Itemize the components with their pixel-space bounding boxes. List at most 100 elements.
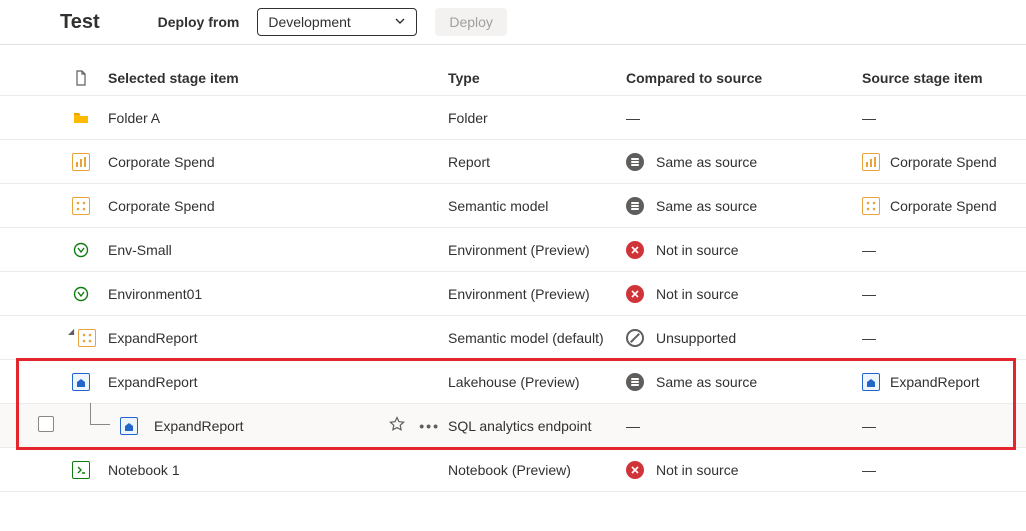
- status-notin-icon: [626, 285, 644, 303]
- status-notin-icon: [626, 241, 644, 259]
- item-type: SQL analytics endpoint: [448, 418, 626, 434]
- items-table: Selected stage item Type Compared to sou…: [0, 45, 1026, 492]
- table-row[interactable]: Corporate Spend ••• Semantic modelSame a…: [0, 184, 1026, 228]
- item-name: Corporate Spend: [108, 198, 215, 214]
- row-checkbox[interactable]: [38, 416, 54, 432]
- source-item-name: ExpandReport: [890, 374, 980, 390]
- source-cell: Corporate Spend: [862, 153, 1026, 171]
- compare-cell: —: [626, 418, 862, 434]
- item-name: ExpandReport: [108, 330, 198, 346]
- source-cell: Corporate Spend: [862, 197, 1026, 215]
- tree-elbow-icon: [90, 403, 110, 425]
- source-cell: —: [862, 462, 1026, 478]
- compare-cell: Not in source: [626, 285, 862, 303]
- item-type: Semantic model: [448, 198, 626, 214]
- item-type: Report: [448, 154, 626, 170]
- compare-cell: Same as source: [626, 197, 862, 215]
- source-cell: —: [862, 418, 1026, 434]
- source-cell: —: [862, 110, 1026, 126]
- more-options-icon[interactable]: •••: [419, 418, 440, 434]
- status-text: Unsupported: [656, 330, 736, 346]
- source-cell: ExpandReport: [862, 373, 1026, 391]
- status-text: Same as source: [656, 154, 757, 170]
- table-row[interactable]: Environment01 ••• Environment (Preview)N…: [0, 272, 1026, 316]
- stage-title: Test: [60, 11, 100, 34]
- lakehouse-icon: [862, 373, 880, 391]
- semantic-model-icon: [862, 197, 880, 215]
- item-name: ExpandReport: [108, 374, 198, 390]
- item-type: Notebook (Preview): [448, 462, 626, 478]
- notebook-icon: [72, 461, 90, 479]
- source-cell: —: [862, 242, 1026, 258]
- status-same-icon: [626, 153, 644, 171]
- compare-cell: —: [626, 110, 862, 126]
- favorite-star-icon[interactable]: [389, 416, 405, 435]
- status-text: Same as source: [656, 198, 757, 214]
- item-name: Corporate Spend: [108, 154, 215, 170]
- status-same-icon: [626, 373, 644, 391]
- table-row[interactable]: Folder A ••• Folder——: [0, 96, 1026, 140]
- table-row[interactable]: Notebook 1 ••• Notebook (Preview)Not in …: [0, 448, 1026, 492]
- deploy-from-label: Deploy from: [158, 14, 240, 30]
- status-notin-icon: [626, 461, 644, 479]
- item-name: Environment01: [108, 286, 202, 302]
- document-icon: [72, 69, 90, 87]
- source-stage-select[interactable]: Development: [257, 8, 417, 36]
- status-dash: —: [626, 110, 640, 126]
- status-dash: —: [626, 418, 640, 434]
- source-stage-value: Development: [268, 14, 351, 30]
- item-name: Notebook 1: [108, 462, 180, 478]
- item-type: Lakehouse (Preview): [448, 374, 626, 390]
- semantic-model-icon: [72, 197, 90, 215]
- source-dash: —: [862, 242, 876, 258]
- item-type: Semantic model (default): [448, 330, 626, 346]
- table-row[interactable]: Env-Small ••• Environment (Preview)Not i…: [0, 228, 1026, 272]
- compare-cell: Same as source: [626, 373, 862, 391]
- semantic-model-icon: [78, 329, 96, 347]
- table-row[interactable]: ExpandReport ••• Lakehouse (Preview)Same…: [0, 360, 1026, 404]
- status-unsupported-icon: [626, 329, 644, 347]
- item-type: Environment (Preview): [448, 286, 626, 302]
- status-same-icon: [626, 197, 644, 215]
- table-row[interactable]: ExpandReport ••• SQL analytics endpoint—…: [0, 404, 1026, 448]
- status-text: Not in source: [656, 242, 738, 258]
- source-dash: —: [862, 110, 876, 126]
- table-row[interactable]: Corporate Spend ••• ReportSame as source…: [0, 140, 1026, 184]
- item-name: Folder A: [108, 110, 160, 126]
- compare-cell: Not in source: [626, 461, 862, 479]
- lakehouse-icon: [72, 373, 90, 391]
- header-type[interactable]: Type: [448, 70, 626, 86]
- source-cell: —: [862, 330, 1026, 346]
- source-cell: —: [862, 286, 1026, 302]
- compare-cell: Unsupported: [626, 329, 862, 347]
- status-text: Not in source: [656, 462, 738, 478]
- header-compared[interactable]: Compared to source: [626, 70, 862, 86]
- environment-icon: [72, 285, 90, 303]
- sql-endpoint-icon: [120, 417, 138, 435]
- report-icon: [862, 153, 880, 171]
- source-item-name: Corporate Spend: [890, 154, 997, 170]
- table-header-row: Selected stage item Type Compared to sou…: [0, 45, 1026, 96]
- source-dash: —: [862, 286, 876, 302]
- item-name: Env-Small: [108, 242, 172, 258]
- compare-cell: Not in source: [626, 241, 862, 259]
- header-icon-col: [72, 69, 108, 87]
- default-tick-icon: ◢: [68, 327, 74, 336]
- item-type: Folder: [448, 110, 626, 126]
- source-dash: —: [862, 418, 876, 434]
- item-name: ExpandReport: [154, 418, 244, 434]
- deploy-button[interactable]: Deploy: [435, 8, 507, 36]
- deploy-header: Test Deploy from Development Deploy: [0, 0, 1026, 45]
- report-icon: [72, 153, 90, 171]
- source-dash: —: [862, 462, 876, 478]
- compare-cell: Same as source: [626, 153, 862, 171]
- header-selected[interactable]: Selected stage item: [108, 70, 448, 86]
- chevron-down-icon: [394, 14, 406, 30]
- header-source[interactable]: Source stage item: [862, 70, 1026, 86]
- folder-icon: [72, 109, 90, 127]
- environment-icon: [72, 241, 90, 259]
- source-item-name: Corporate Spend: [890, 198, 997, 214]
- source-dash: —: [862, 330, 876, 346]
- table-row[interactable]: ◢ExpandReport ••• Semantic model (defaul…: [0, 316, 1026, 360]
- status-text: Same as source: [656, 374, 757, 390]
